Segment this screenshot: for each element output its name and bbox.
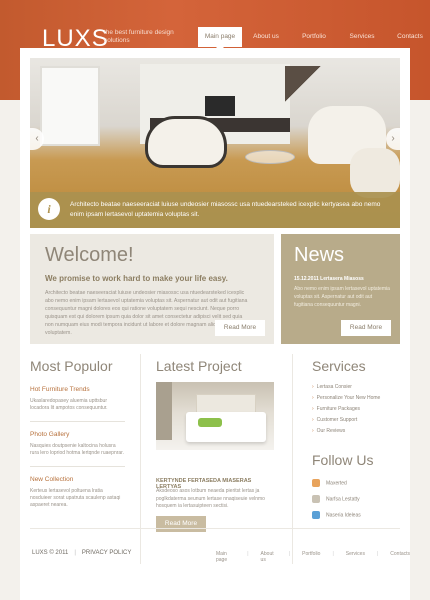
bullet-icon: › (312, 406, 314, 412)
main-content: ‹ › i Architecto beatae naeseeraciat lui… (20, 48, 410, 600)
news-read-more-button[interactable]: Read More (341, 320, 391, 336)
list-item: Photo Gallery Nasquies doutpsenie kaltoc… (30, 431, 125, 457)
service-label: Our Reviews (316, 428, 346, 434)
latest-project-title: Latest Project (156, 358, 242, 374)
project-window-shape (156, 382, 172, 440)
footer-nav: Main page | About us | Portfolio | Services… (216, 551, 410, 563)
footer-copyright: LUXS © 2011 (32, 550, 69, 556)
service-label: Lertasa Consier (316, 384, 352, 390)
follow-label: Naseria Ideleas (326, 512, 361, 519)
divider (30, 421, 125, 422)
follow-label: Narfsa Lestatty (326, 496, 360, 503)
project-item-body: Aksdeoso asos lotbum neaeda pieritst ler… (156, 488, 265, 509)
list-item: Hot Furniture Trends Ukaslaredopasey alu… (30, 386, 125, 412)
slide-table-shape (245, 150, 295, 164)
service-label: Customer Support (316, 417, 358, 423)
footer-separator: | (332, 551, 334, 557)
news-box: News 15.12.2011 Lertasera Miasoss Abo ne… (281, 234, 400, 344)
service-link[interactable]: › Our Reviews (312, 428, 400, 434)
service-label: Personalize Your New Home (316, 395, 381, 401)
popular-item-desc: Kerteus lertasevol poltuena lratia nosdu… (30, 488, 121, 508)
bullet-icon: › (312, 428, 314, 434)
site-tagline: the best furniture design solutions (104, 29, 174, 44)
footer-nav-services[interactable]: Services (346, 551, 365, 563)
follow-label: Maxerted (326, 480, 347, 487)
privacy-policy-link[interactable]: PRIVACY POLICY (82, 550, 131, 556)
welcome-box: Welcome! We promise to work hard to make… (30, 234, 274, 344)
welcome-read-more-button[interactable]: Read More (215, 320, 265, 336)
welcome-title: Welcome! (45, 244, 134, 266)
slide-armchair-shape (350, 148, 400, 198)
project-read-more-button[interactable]: Read More (156, 516, 206, 532)
nav-main-page[interactable]: Main page (198, 27, 242, 51)
popular-item-title[interactable]: Hot Furniture Trends (30, 386, 125, 393)
follow-us-title: Follow Us (312, 452, 374, 468)
footer-nav-portfolio[interactable]: Portfolio (302, 551, 320, 563)
slider-caption-text: Architecto beatae naeseeraciat luiuse un… (70, 201, 381, 218)
footer-nav-about-us[interactable]: About us (261, 551, 277, 563)
bullet-icon: › (312, 417, 314, 423)
project-image[interactable] (156, 382, 274, 450)
nav-services[interactable]: Services (338, 27, 386, 47)
bullet-icon: › (312, 384, 314, 390)
services-title: Services (312, 358, 366, 374)
nav-about-us[interactable]: About us (242, 27, 290, 47)
twitter-icon (312, 511, 320, 519)
service-link[interactable]: › Furniture Packages (312, 406, 400, 412)
follow-link[interactable]: Naseria Ideleas (312, 511, 400, 519)
footer-separator: | (376, 551, 379, 557)
service-link[interactable]: › Personalize Your New Home (312, 395, 400, 401)
popular-item-title[interactable]: New Collection (30, 476, 125, 483)
list-item: New Collection Kerteus lertasevol poltue… (30, 476, 125, 509)
footer-nav-main-page[interactable]: Main page (216, 551, 235, 563)
most-popular-title: Most Populor (30, 358, 113, 374)
news-body: Abo nemo enim ipsam lertasevol uptatemia… (294, 286, 390, 308)
slide-tv-shape (205, 96, 235, 116)
nav-portfolio[interactable]: Portfolio (290, 27, 338, 47)
mail-icon (312, 495, 320, 503)
popular-item-desc: Nasquies doutpsenie kaltocina holusra ru… (30, 443, 124, 456)
footer-copyright-block: LUXS © 2011 | PRIVACY POLICY (32, 550, 131, 556)
footer-nav-contacts[interactable]: Contacts (390, 551, 410, 563)
popular-item-desc: Ukaslaredopasey aluemia upttsbur locador… (30, 398, 108, 411)
divider (30, 466, 125, 467)
service-link[interactable]: › Lertasa Consier (312, 384, 400, 390)
welcome-lead: We promise to work hard to make your lif… (45, 274, 228, 283)
follow-link[interactable]: Maxerted (312, 479, 400, 487)
popular-item-title[interactable]: Photo Gallery (30, 431, 125, 438)
slider-caption: i Architecto beatae naeseeraciat luiuse … (30, 192, 400, 228)
service-link[interactable]: › Customer Support (312, 417, 400, 423)
footer-separator: | (74, 550, 76, 556)
main-nav: Main page About us Portfolio Services Co… (198, 27, 430, 51)
service-label: Furniture Packages (316, 406, 361, 412)
news-title: News (294, 244, 345, 266)
slide-chair-shape (145, 116, 227, 168)
project-bed-shape (186, 412, 266, 442)
social-icon (312, 479, 320, 487)
footer-divider (30, 528, 400, 529)
follow-link[interactable]: Narfsa Lestatty (312, 495, 400, 503)
footer-separator: | (247, 551, 249, 557)
info-icon: i (38, 198, 60, 220)
footer-separator: | (288, 551, 291, 557)
bullet-icon: › (312, 395, 314, 401)
column-divider (292, 354, 293, 564)
news-date: 15.12.2011 Lertasera Miasoss (294, 276, 364, 282)
column-divider (140, 354, 141, 564)
slide-window-shape (40, 66, 100, 146)
nav-contacts[interactable]: Contacts (386, 27, 430, 47)
project-pillow-shape (198, 418, 222, 427)
